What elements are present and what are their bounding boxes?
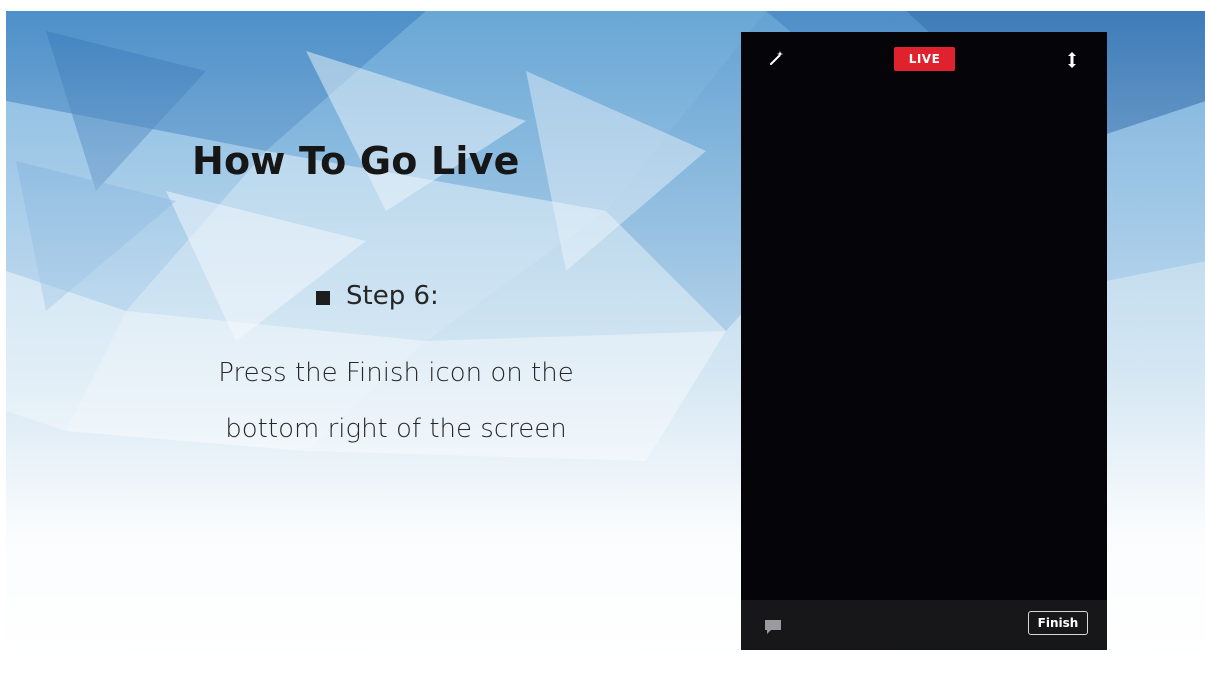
slide-title: How To Go Live — [192, 139, 520, 183]
live-badge: LIVE — [894, 47, 955, 71]
finish-button[interactable]: Finish — [1028, 611, 1088, 635]
step-label: Step 6: — [346, 281, 439, 311]
step-item: Step 6: — [316, 281, 439, 311]
magic-wand-icon[interactable] — [769, 50, 785, 66]
phone-live-screen: LIVE Finish — [741, 32, 1107, 650]
comment-icon[interactable] — [763, 618, 783, 636]
camera-flip-icon[interactable] — [1063, 50, 1081, 70]
bullet-square-icon — [316, 291, 330, 305]
bottom-toolbar: Finish — [741, 600, 1107, 650]
instruction-text: Press the Finish icon on the bottom righ… — [218, 358, 574, 444]
